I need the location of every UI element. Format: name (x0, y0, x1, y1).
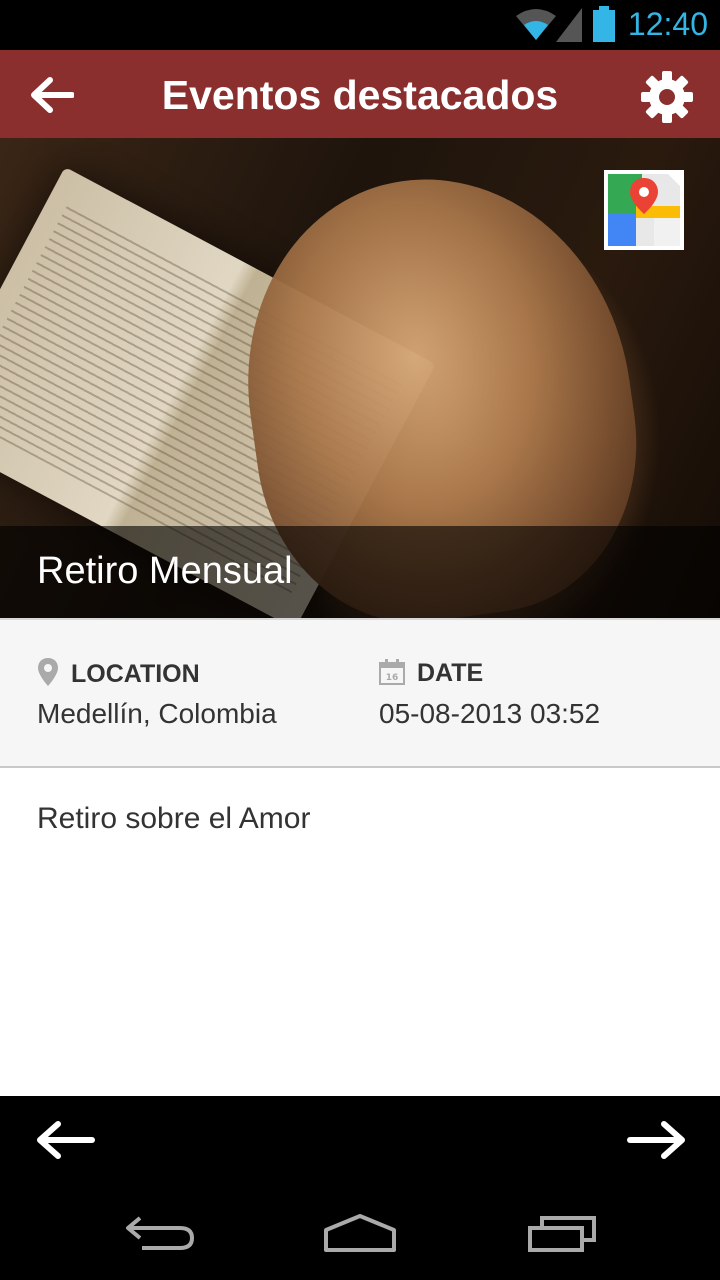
event-title-bar: Retiro Mensual (0, 526, 720, 618)
date-value: 05-08-2013 03:52 (379, 698, 601, 729)
app-bar: Eventos destacados (0, 50, 720, 138)
prev-arrow-icon[interactable] (34, 1120, 96, 1160)
maps-icon[interactable] (604, 170, 684, 250)
event-description: Retiro sobre el Amor (37, 802, 311, 835)
battery-icon (593, 6, 615, 42)
location-label: LOCATION (71, 660, 200, 688)
event-title: Retiro Mensual (37, 550, 293, 592)
gear-icon[interactable] (640, 70, 694, 124)
event-details: LOCATION Medellín, Colombia 16 DATE 05-0… (0, 618, 720, 768)
bottom-nav (0, 1096, 720, 1280)
svg-text:16: 16 (386, 673, 399, 683)
system-home-icon[interactable] (322, 1212, 398, 1254)
page-title: Eventos destacados (161, 72, 559, 118)
status-clock: 12:40 (627, 6, 708, 42)
calendar-icon: 16 (379, 659, 405, 685)
location-value: Medellín, Colombia (37, 698, 277, 729)
next-arrow-icon[interactable] (626, 1120, 688, 1160)
system-recents-icon[interactable] (526, 1212, 598, 1254)
location-pin-icon (38, 658, 58, 686)
system-back-icon[interactable] (124, 1214, 196, 1254)
wifi-icon (516, 9, 556, 40)
status-bar: 12:40 (0, 0, 720, 50)
signal-icon (556, 8, 582, 42)
location-section: LOCATION Medellín, Colombia (37, 658, 277, 730)
date-label: DATE (417, 659, 484, 687)
date-section: 16 DATE 05-08-2013 03:52 (379, 658, 600, 730)
